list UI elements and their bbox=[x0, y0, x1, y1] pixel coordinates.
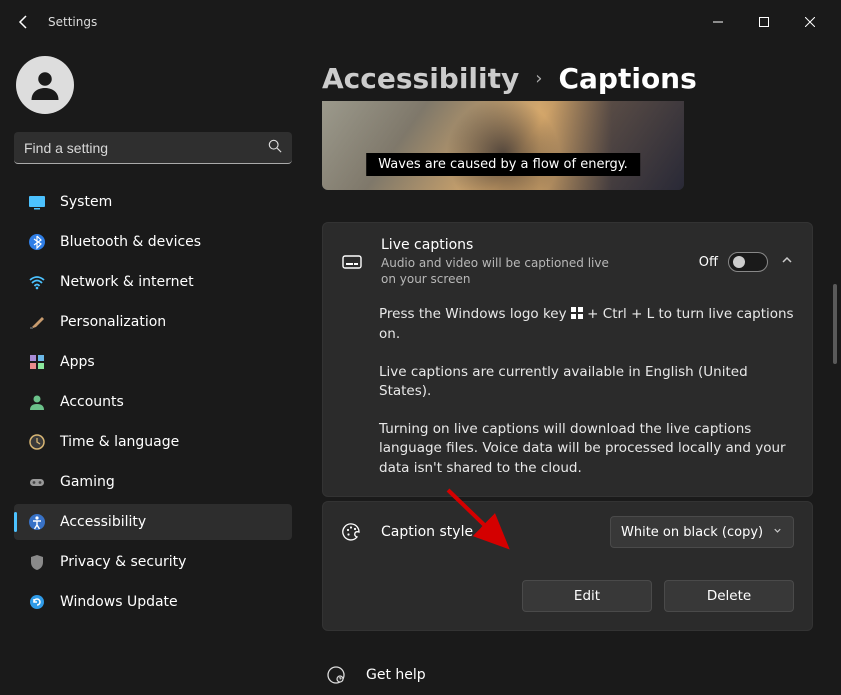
accounts-icon bbox=[28, 393, 46, 411]
content: Accessibility › Captions Waves are cause… bbox=[300, 44, 841, 695]
sidebar-item-system[interactable]: System bbox=[14, 184, 292, 220]
toggle-state-label: Off bbox=[699, 255, 718, 270]
sidebar-item-label: Gaming bbox=[60, 474, 115, 490]
sidebar: System Bluetooth & devices Network & int… bbox=[0, 44, 300, 695]
search-icon bbox=[268, 139, 282, 157]
sidebar-item-label: Privacy & security bbox=[60, 554, 186, 570]
windows-key-icon bbox=[571, 307, 583, 319]
dropdown-value: White on black (copy) bbox=[621, 525, 763, 540]
edit-button[interactable]: Edit bbox=[522, 580, 652, 612]
chevron-up-icon[interactable] bbox=[780, 253, 794, 271]
apps-icon bbox=[28, 353, 46, 371]
sidebar-item-bluetooth[interactable]: Bluetooth & devices bbox=[14, 224, 292, 260]
paintbrush-icon bbox=[28, 313, 46, 331]
sidebar-item-apps[interactable]: Apps bbox=[14, 344, 292, 380]
gamepad-icon bbox=[28, 473, 46, 491]
sidebar-item-label: Accessibility bbox=[60, 514, 146, 530]
caption-style-dropdown[interactable]: White on black (copy) bbox=[610, 516, 794, 548]
palette-icon bbox=[341, 521, 363, 543]
sidebar-item-windows-update[interactable]: Windows Update bbox=[14, 584, 292, 620]
search-input[interactable] bbox=[24, 140, 268, 156]
live-captions-toggle[interactable] bbox=[728, 252, 768, 272]
sidebar-item-label: Time & language bbox=[60, 434, 179, 450]
system-icon bbox=[28, 193, 46, 211]
sidebar-item-network[interactable]: Network & internet bbox=[14, 264, 292, 300]
download-description: Turning on live captions will download t… bbox=[379, 420, 794, 479]
shield-icon bbox=[28, 553, 46, 571]
page-title: Captions bbox=[558, 62, 696, 95]
sidebar-item-label: Apps bbox=[60, 354, 95, 370]
sidebar-item-label: System bbox=[60, 194, 112, 210]
captions-icon bbox=[341, 251, 363, 273]
sidebar-item-accessibility[interactable]: Accessibility bbox=[14, 504, 292, 540]
sidebar-item-gaming[interactable]: Gaming bbox=[14, 464, 292, 500]
live-captions-header[interactable]: Live captions Audio and video will be ca… bbox=[323, 223, 812, 301]
scrollbar[interactable] bbox=[833, 284, 837, 364]
app-title: Settings bbox=[48, 15, 97, 29]
sidebar-item-label: Bluetooth & devices bbox=[60, 234, 201, 250]
accessibility-icon bbox=[28, 513, 46, 531]
sidebar-item-privacy[interactable]: Privacy & security bbox=[14, 544, 292, 580]
live-captions-card: Live captions Audio and video will be ca… bbox=[322, 222, 813, 497]
live-captions-subtitle: Audio and video will be captioned live o… bbox=[381, 255, 611, 287]
sidebar-item-label: Windows Update bbox=[60, 594, 178, 610]
shortcut-description: Press the Windows logo key + Ctrl + L to… bbox=[379, 305, 794, 344]
delete-button[interactable]: Delete bbox=[664, 580, 794, 612]
get-help-label: Get help bbox=[366, 667, 426, 683]
sidebar-item-label: Network & internet bbox=[60, 274, 194, 290]
avatar[interactable] bbox=[16, 56, 74, 114]
sidebar-item-time-language[interactable]: Time & language bbox=[14, 424, 292, 460]
sidebar-item-personalization[interactable]: Personalization bbox=[14, 304, 292, 340]
maximize-button[interactable] bbox=[741, 7, 787, 37]
caption-style-title: Caption style bbox=[381, 524, 610, 540]
bluetooth-icon bbox=[28, 233, 46, 251]
chevron-right-icon: › bbox=[535, 68, 542, 89]
caption-style-card: Caption style White on black (copy) Edit… bbox=[322, 501, 813, 631]
close-button[interactable] bbox=[787, 7, 833, 37]
get-help-link[interactable]: Get help bbox=[322, 665, 813, 685]
sidebar-item-label: Accounts bbox=[60, 394, 124, 410]
sidebar-item-label: Personalization bbox=[60, 314, 166, 330]
live-captions-title: Live captions bbox=[381, 237, 699, 253]
wifi-icon bbox=[28, 273, 46, 291]
minimize-button[interactable] bbox=[695, 7, 741, 37]
caption-sample-text: Waves are caused by a flow of energy. bbox=[366, 153, 640, 176]
search-box[interactable] bbox=[14, 132, 292, 164]
caption-preview: Waves are caused by a flow of energy. bbox=[322, 101, 684, 190]
help-icon bbox=[326, 665, 346, 685]
language-description: Live captions are currently available in… bbox=[379, 363, 794, 402]
breadcrumb: Accessibility › Captions bbox=[322, 62, 813, 95]
caption-style-row: Caption style White on black (copy) bbox=[323, 502, 812, 562]
titlebar: Settings bbox=[0, 0, 841, 44]
clock-icon bbox=[28, 433, 46, 451]
sidebar-item-accounts[interactable]: Accounts bbox=[14, 384, 292, 420]
update-icon bbox=[28, 593, 46, 611]
breadcrumb-parent[interactable]: Accessibility bbox=[322, 62, 519, 95]
chevron-down-icon bbox=[772, 525, 783, 540]
back-button[interactable] bbox=[8, 6, 40, 38]
